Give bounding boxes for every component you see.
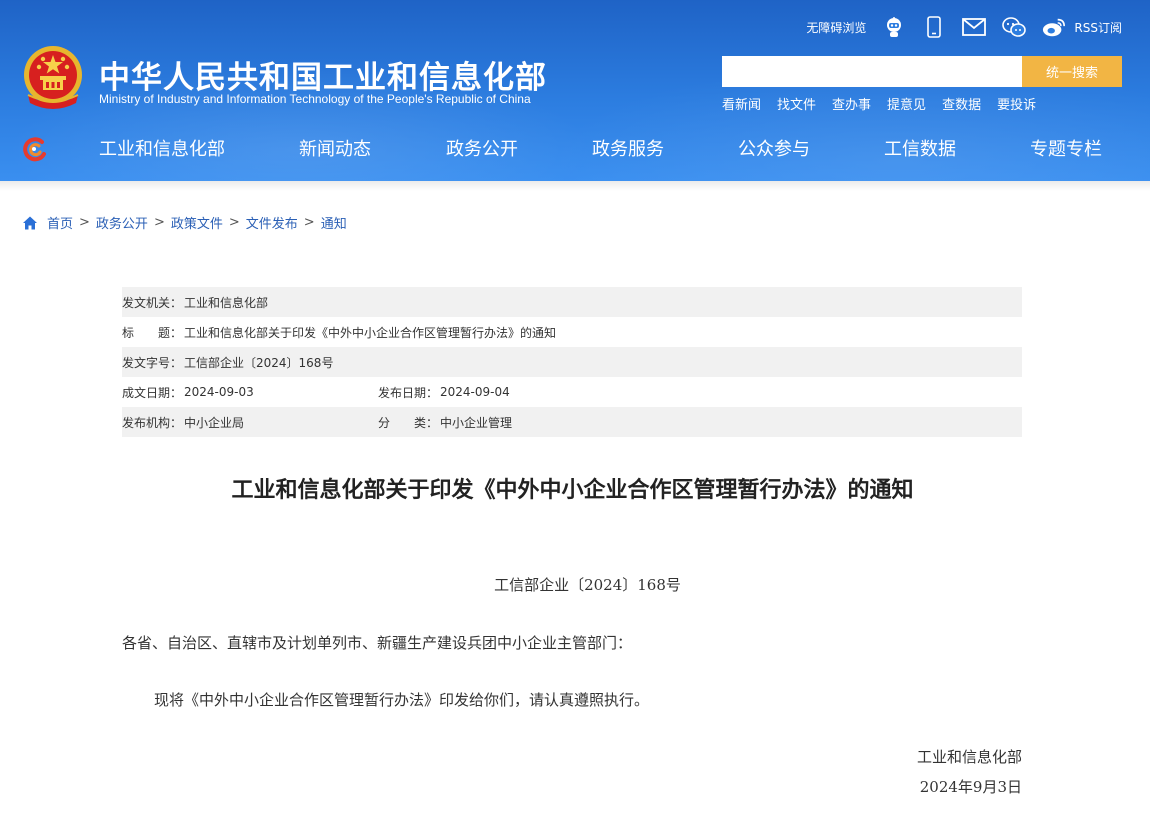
rss-link[interactable]: RSS订阅 [1074, 19, 1122, 36]
breadcrumb-separator: > [153, 215, 165, 230]
site-subtitle: Ministry of Industry and Information Tec… [99, 92, 531, 106]
meta-value-issuer: 工业和信息化部 [184, 295, 269, 310]
meta-label: 标 题： [122, 325, 183, 340]
breadcrumb-home[interactable]: 首页 [47, 213, 73, 232]
weibo-icon[interactable] [1042, 15, 1066, 39]
quick-link-data[interactable]: 查数据 [942, 94, 981, 113]
quick-link-services[interactable]: 查办事 [832, 94, 871, 113]
site-title[interactable]: 中华人民共和国工业和信息化部 [99, 52, 547, 97]
nav-special-topics[interactable]: 专题专栏 [1030, 135, 1102, 161]
document-meta-table: 发文机关： 工业和信息化部 标 题： 工业和信息化部关于印发《中外中小企业合作区… [122, 287, 1022, 437]
breadcrumb-separator: > [79, 215, 90, 230]
meta-value-title: 工业和信息化部关于印发《中外中小企业合作区管理暂行办法》的通知 [184, 325, 557, 340]
nav-government-affairs[interactable]: 政务公开 [446, 135, 518, 161]
main-nav: 工业和信息化部 新闻动态 政务公开 政务服务 公众参与 工信数据 专题专栏 [0, 126, 1150, 172]
miit-logo-icon[interactable] [20, 136, 48, 162]
national-emblem-icon[interactable] [22, 45, 84, 111]
meta-row-doc-no: 发文字号： 工信部企业〔2024〕168号 [122, 347, 1022, 377]
meta-value-agency: 中小企业局 [184, 415, 245, 430]
meta-label: 发文机关： [122, 295, 183, 310]
quick-link-news[interactable]: 看新闻 [722, 94, 761, 113]
wechat-icon[interactable] [1002, 15, 1027, 39]
meta-row-issuer: 发文机关： 工业和信息化部 [122, 287, 1022, 317]
meta-label: 发布日期： [378, 385, 439, 400]
mobile-phone-icon[interactable] [922, 15, 946, 39]
nav-news[interactable]: 新闻动态 [299, 135, 371, 161]
article-signature-org: 工业和信息化部 [916, 748, 1022, 766]
mail-icon[interactable] [962, 15, 987, 39]
quick-link-files[interactable]: 找文件 [777, 94, 816, 113]
article-signature-date: 2024年9月3日 [919, 778, 1022, 796]
site-header: 中华人民共和国工业和信息化部 Ministry of Industry and … [0, 0, 1150, 181]
search-button[interactable]: 统一搜索 [1022, 56, 1122, 87]
quick-link-complaint[interactable]: 要投诉 [997, 94, 1036, 113]
nav-public-participation[interactable]: 公众参与 [738, 135, 810, 161]
meta-cell-agency: 发布机构： 中小企业局 [122, 414, 378, 431]
meta-label: 成文日期： [122, 385, 183, 400]
article-salutation: 各省、自治区、直辖市及计划单列市、新疆生产建设兵团中小企业主管部门： [122, 634, 633, 652]
meta-cell-publish-date: 发布日期： 2024-09-04 [378, 384, 510, 401]
meta-value-doc-no: 工信部企业〔2024〕168号 [184, 355, 334, 370]
breadcrumb-separator: > [228, 215, 240, 230]
meta-value-publish-date: 2024-09-04 [440, 385, 510, 399]
breadcrumb: 首页 > 政务公开 > 政策文件 > 文件发布 > 通知 [22, 213, 347, 232]
breadcrumb-notice[interactable]: 通知 [321, 213, 347, 232]
meta-value-category: 中小企业管理 [440, 415, 513, 430]
article-body-paragraph: 现将《中外中小企业合作区管理暂行办法》印发给你们，请认真遵照执行。 [154, 691, 650, 709]
header-shadow [0, 181, 1150, 191]
meta-row-title: 标 题： 工业和信息化部关于印发《中外中小企业合作区管理暂行办法》的通知 [122, 317, 1022, 347]
meta-label: 分 类： [378, 415, 439, 430]
meta-row-agency: 发布机构： 中小企业局 分 类： 中小企业管理 [122, 407, 1022, 437]
meta-value-written-date: 2024-09-03 [184, 385, 254, 399]
nav-data[interactable]: 工信数据 [884, 135, 956, 161]
meta-row-dates: 成文日期： 2024-09-03 发布日期： 2024-09-04 [122, 377, 1022, 407]
home-icon [23, 216, 37, 229]
quick-link-feedback[interactable]: 提意见 [887, 94, 926, 113]
accessibility-link[interactable]: 无障碍浏览 [806, 19, 866, 36]
breadcrumb-government-affairs[interactable]: 政务公开 [96, 213, 148, 232]
breadcrumb-document-release[interactable]: 文件发布 [246, 213, 298, 232]
article-doc-number: 工信部企业〔2024〕168号 [494, 576, 681, 594]
meta-label: 发布机构： [122, 415, 183, 430]
quick-links: 看新闻 找文件 查办事 提意见 查数据 要投诉 [722, 94, 1036, 113]
meta-cell-written-date: 成文日期： 2024-09-03 [122, 384, 378, 401]
robot-assistant-icon[interactable] [882, 15, 906, 39]
breadcrumb-separator: > [303, 215, 315, 230]
article-title: 工业和信息化部关于印发《中外中小企业合作区管理暂行办法》的通知 [231, 478, 914, 503]
breadcrumb-policy-documents[interactable]: 政策文件 [171, 213, 223, 232]
nav-services[interactable]: 政务服务 [592, 135, 664, 161]
search-input[interactable] [722, 56, 1022, 87]
top-links: 无障碍浏览 RSS订阅 [806, 12, 1122, 42]
meta-label: 发文字号： [122, 355, 183, 370]
meta-cell-category: 分 类： 中小企业管理 [378, 414, 512, 431]
nav-ministry[interactable]: 工业和信息化部 [99, 135, 225, 161]
